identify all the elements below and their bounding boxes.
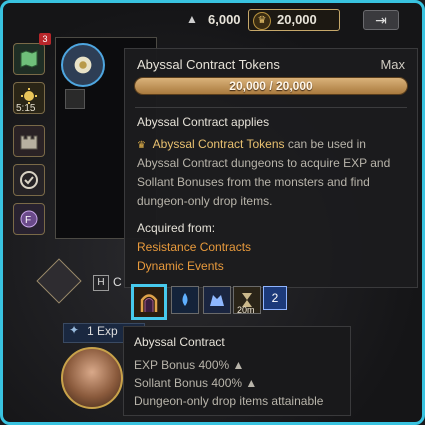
source-dynamic-events: Dynamic Events — [137, 259, 224, 273]
svg-text:F: F — [25, 215, 31, 226]
guild-emblem-button[interactable]: F — [13, 203, 45, 235]
exp-bonus: EXP Bonus 400% ▲ — [134, 358, 245, 372]
max-label: Max — [380, 57, 405, 72]
divider — [135, 107, 407, 108]
hotkey-label: C — [113, 275, 122, 289]
notification-badge: 3 — [39, 33, 51, 45]
check-circle-icon — [20, 171, 38, 189]
character-portrait[interactable] — [61, 347, 123, 409]
abyssal-token-icon: ♛ — [137, 140, 146, 151]
abyssal-token-icon: ♛ — [253, 12, 271, 30]
tooltip-title: Abyssal Contract Tokens — [137, 57, 280, 72]
exp-label: 1 Exp — [87, 324, 118, 338]
water-drop-buff[interactable] — [171, 286, 199, 314]
sollant-bonus: Sollant Bonus 400% ▲ — [134, 376, 258, 390]
castle-icon — [20, 135, 38, 150]
currency-bar: ▲ 6,000 ♛ 20,000 ⇥ — [178, 8, 418, 34]
token-progress-bar: 20,000 / 20,000 — [135, 78, 407, 94]
scroll-diamond-icon[interactable] — [36, 258, 82, 304]
token-progress-text: 20,000 / 20,000 — [229, 79, 313, 93]
token-name-highlight: Abyssal Contract Tokens — [152, 137, 285, 151]
beast-buff[interactable] — [203, 286, 231, 314]
abyssal-token-amount: 20,000 — [277, 12, 317, 27]
abyssal-contract-buff[interactable] — [131, 284, 167, 320]
emblem-avatar[interactable] — [61, 43, 105, 87]
castle-menu-button[interactable] — [13, 125, 45, 157]
map-icon — [20, 50, 38, 68]
wolf-icon — [210, 295, 224, 306]
hotkey-h: H — [93, 275, 109, 291]
abyssal-token-counter[interactable]: ♛ 20,000 — [248, 9, 340, 31]
portal-arch-icon — [140, 294, 158, 312]
event-timer: 5:15 — [16, 103, 36, 114]
token-description: ♛ Abyssal Contract Tokens can be used in… — [137, 135, 409, 211]
buff-duration: 20m — [237, 305, 255, 315]
exp-icon: ✦ — [69, 323, 80, 337]
map-menu-button[interactable] — [13, 43, 45, 75]
collapse-arrow-button[interactable]: ⇥ — [363, 10, 399, 30]
game-viewport: ▲ 6,000 ♛ 20,000 ⇥ 3 5:15 F Abyssal Cont… — [0, 0, 425, 425]
acquired-from-label: Acquired from: — [137, 221, 216, 235]
water-drop-icon — [182, 293, 188, 306]
token-tooltip: Abyssal Contract Tokens Max 20,000 / 20,… — [124, 48, 418, 288]
drop-items-line: Dungeon-only drop items attainable — [134, 394, 324, 408]
stack-buff[interactable]: 2 — [263, 286, 287, 310]
applies-label: Abyssal Contract applies — [137, 115, 270, 129]
feather-icon[interactable] — [65, 89, 85, 109]
sun-emblem-icon — [74, 56, 92, 74]
contract-title: Abyssal Contract — [134, 335, 225, 349]
source-resistance-contracts: Resistance Contracts — [137, 240, 252, 254]
quest-check-button[interactable] — [13, 164, 45, 196]
silver-amount: 6,000 — [208, 12, 241, 27]
emblem-icon: F — [20, 210, 38, 228]
contract-tooltip: Abyssal Contract EXP Bonus 400% ▲ Sollan… — [123, 326, 351, 416]
silver-coin-icon: ▲ — [186, 12, 198, 26]
